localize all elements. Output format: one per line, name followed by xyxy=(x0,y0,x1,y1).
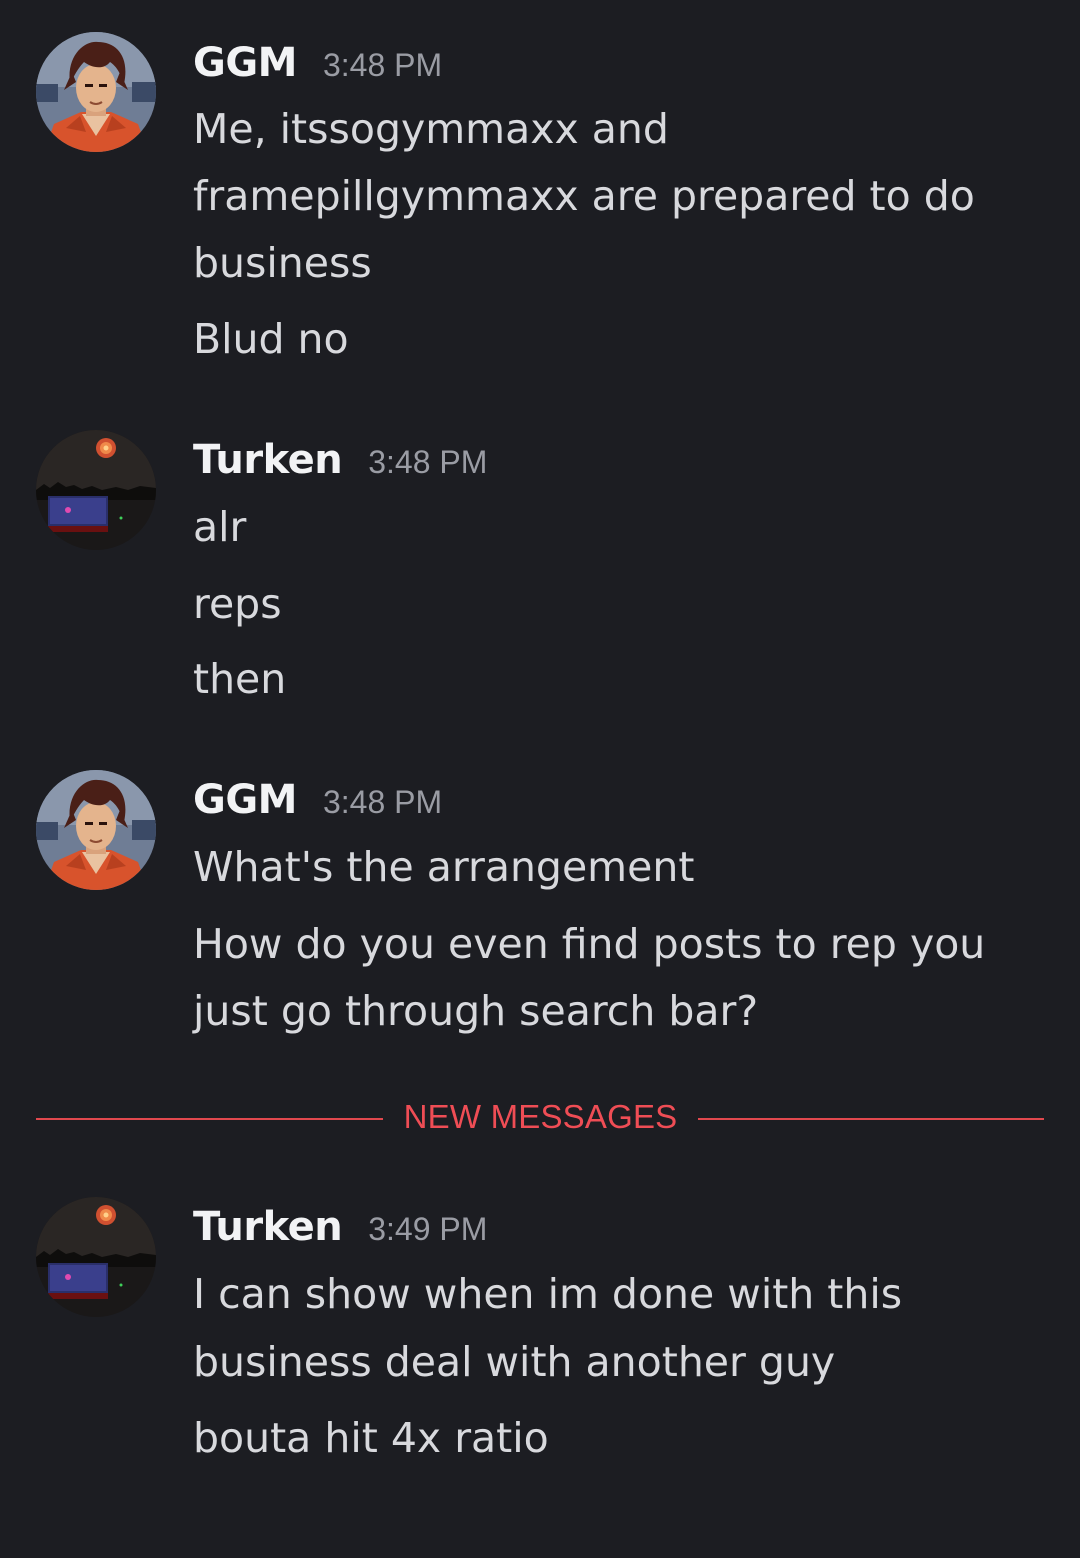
timestamp: 3:48 PM xyxy=(322,784,443,820)
message-header: GGM 3:48 PM xyxy=(193,777,442,823)
anime-character-avatar-icon xyxy=(36,32,156,152)
message-text: What's the arrangement xyxy=(193,843,695,891)
timestamp: 3:48 PM xyxy=(368,444,488,480)
username[interactable]: GGM xyxy=(193,777,297,823)
message-text: alr xyxy=(193,503,247,551)
message-text: framepillgymmaxx are prepared to do xyxy=(193,172,975,220)
message-text: business deal with another guy xyxy=(193,1338,836,1386)
new-messages-divider: NEW MESSAGES xyxy=(36,1094,1044,1144)
message-text: bouta hit 4x ratio xyxy=(193,1414,549,1462)
message-header: Turken 3:48 PM xyxy=(193,437,487,483)
night-sky-fireworks-avatar-icon xyxy=(36,1197,156,1317)
message-header: Turken 3:49 PM xyxy=(193,1204,487,1250)
user-avatar[interactable] xyxy=(36,430,156,550)
timestamp: 3:48 PM xyxy=(322,47,443,83)
message-text: Me, itssogymmaxx and xyxy=(193,105,669,153)
message-text: reps xyxy=(193,580,282,628)
username[interactable]: GGM xyxy=(193,40,297,86)
night-sky-fireworks-avatar-icon xyxy=(36,430,156,550)
new-messages-label: NEW MESSAGES xyxy=(403,1098,678,1135)
message-text: I can show when im done with this xyxy=(193,1270,903,1318)
username[interactable]: Turken xyxy=(193,1204,343,1250)
message-header: GGM 3:48 PM xyxy=(193,40,442,86)
message-text: How do you even find posts to rep you xyxy=(193,920,986,968)
user-avatar[interactable] xyxy=(36,1197,156,1317)
timestamp: 3:49 PM xyxy=(368,1211,488,1247)
divider-line xyxy=(698,1118,1044,1120)
message-text: just go through search bar? xyxy=(193,987,759,1035)
divider-line xyxy=(36,1118,383,1120)
message-text: Blud no xyxy=(193,315,349,363)
anime-character-avatar-icon xyxy=(36,770,156,890)
message-text: business xyxy=(193,239,372,287)
user-avatar[interactable] xyxy=(36,32,156,152)
user-avatar[interactable] xyxy=(36,770,156,890)
username[interactable]: Turken xyxy=(193,437,343,483)
message-text: then xyxy=(193,655,287,703)
